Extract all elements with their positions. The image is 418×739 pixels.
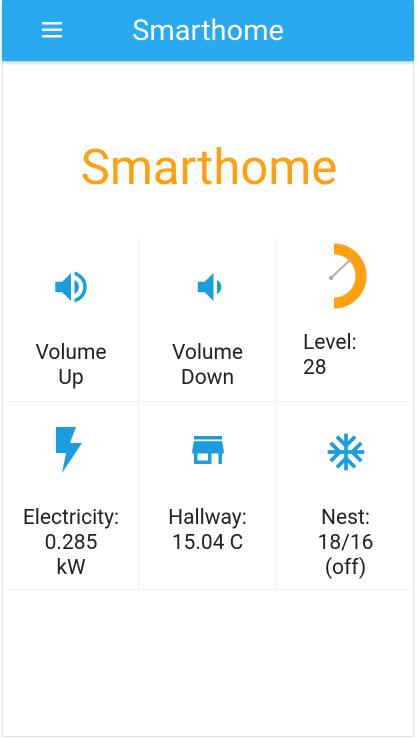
- label-line: Level:: [303, 331, 357, 355]
- tile-level[interactable]: Level: 28: [277, 237, 414, 402]
- tile-label: Nest: 18/16 (off): [277, 506, 414, 581]
- lightning-bolt-icon: [56, 427, 82, 473]
- label-line: Volume: [171, 341, 244, 365]
- store-icon: [192, 436, 224, 464]
- tile-label: Volume Down: [139, 341, 276, 391]
- page-title: Smarthome: [80, 139, 338, 196]
- tile-label: Level: 28: [303, 331, 357, 381]
- tile-volume-up[interactable]: Volume Up: [4, 237, 139, 402]
- label-line: Electricity:: [22, 506, 120, 530]
- tile-hallway[interactable]: Hallway: 15.04 C: [139, 402, 277, 590]
- tile-label: Volume Up: [4, 341, 138, 391]
- tile-volume-down[interactable]: Volume Down: [139, 237, 277, 402]
- device-grid: Volume Up Volume Down Level: 28 Electric…: [4, 237, 414, 593]
- volume-up-icon: [55, 271, 87, 303]
- app-bar-title: Smarthome: [132, 14, 284, 48]
- label-line: Down: [180, 366, 235, 390]
- label-line: Volume: [35, 341, 107, 365]
- label-line: kW: [56, 556, 86, 580]
- label-line: 18/16: [317, 531, 374, 555]
- volume-down-icon: [197, 273, 222, 301]
- tile-label: Hallway: 15.04 C: [139, 506, 276, 556]
- label-line: (off): [324, 556, 367, 580]
- tile-electricity[interactable]: Electricity: 0.285 kW: [4, 402, 139, 590]
- label-line: Up: [58, 366, 84, 390]
- tile-nest[interactable]: Nest: 18/16 (off): [277, 402, 414, 590]
- gauge-icon: [328, 243, 367, 309]
- snowflake-icon: [327, 433, 365, 471]
- label-line: 15.04 C: [171, 531, 244, 555]
- app-bar: Smarthome: [2, 0, 414, 61]
- label-line: Nest:: [321, 506, 370, 530]
- label-line: Hallway:: [168, 506, 247, 530]
- label-line: 28: [303, 356, 327, 380]
- label-line: 0.285: [44, 531, 98, 555]
- tile-label: Electricity: 0.285 kW: [4, 506, 138, 581]
